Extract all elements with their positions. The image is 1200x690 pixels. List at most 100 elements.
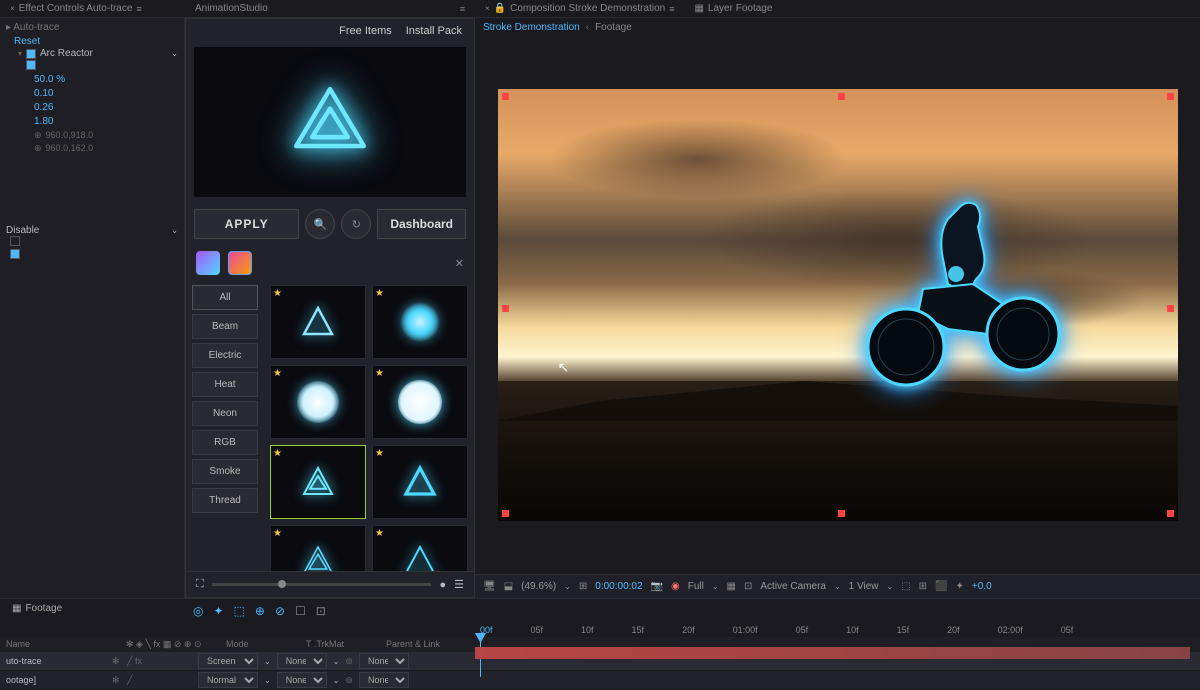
preset-preview	[194, 47, 466, 197]
tl-icon-5[interactable]: ⊘	[275, 604, 285, 618]
timeline-bar[interactable]	[475, 647, 1190, 659]
list-icon[interactable]: ☰	[454, 578, 464, 591]
anchor-2[interactable]: ⊕960.0,162.0	[6, 142, 178, 155]
pack-icon-1[interactable]	[196, 251, 220, 275]
ruler-tick: 05f	[1061, 625, 1074, 635]
apply-button[interactable]: APPLY	[194, 209, 299, 239]
monitor-icon[interactable]: 🖥	[483, 581, 496, 592]
tl-icon-3[interactable]: ⬚	[234, 604, 245, 618]
zoom-slider[interactable]	[212, 583, 432, 586]
view-icon-1[interactable]: ⬚	[901, 581, 910, 592]
handle-bl[interactable]	[502, 510, 509, 517]
view-icon-2[interactable]: ⊞	[919, 581, 927, 592]
reset-link[interactable]: Reset	[14, 36, 40, 47]
dashboard-button[interactable]: Dashboard	[377, 209, 466, 239]
sub-checkbox[interactable]	[26, 60, 36, 70]
category-beam[interactable]: Beam	[192, 314, 258, 339]
preset-8[interactable]: ★	[372, 525, 468, 571]
camera-value[interactable]: Active Camera	[760, 581, 826, 592]
category-rgb[interactable]: RGB	[192, 430, 258, 455]
tl-icon-2[interactable]: ✦	[213, 604, 223, 618]
handle-tl[interactable]	[502, 93, 509, 100]
effect-enable-checkbox[interactable]	[26, 49, 36, 59]
parent-dropdown[interactable]: None	[359, 672, 409, 688]
tab-layer-footage[interactable]: ▦ Layer Footage	[684, 0, 782, 17]
anchor-1[interactable]: ⊕960.0,918.0	[6, 129, 178, 142]
tl-icon-1[interactable]: ◎	[193, 604, 203, 618]
time-ruler[interactable]: 00f 05f 10f 15f 20f 01:00f 05f 10f 15f 2…	[0, 623, 1200, 637]
free-items-link[interactable]: Free Items	[339, 25, 392, 37]
anim-footer: ⛶ ● ☰	[186, 571, 474, 597]
category-thread[interactable]: Thread	[192, 488, 258, 513]
mode-dropdown[interactable]: Screen	[198, 653, 258, 669]
handle-tr[interactable]	[1167, 93, 1174, 100]
zoom-value[interactable]: (49.6%)	[521, 581, 556, 592]
preset-2[interactable]: ★	[372, 285, 468, 359]
settings-icon[interactable]: ✕	[455, 257, 464, 270]
grid-icon[interactable]: ▦	[727, 581, 736, 592]
layer-row-2[interactable]: ootage] ✻ ╱ Normal ⌄ None ⌄ ⊚ None	[0, 671, 1200, 690]
refresh-icon[interactable]: ↻	[341, 209, 371, 239]
resolution-icon[interactable]: ⊞	[579, 581, 587, 592]
install-pack-link[interactable]: Install Pack	[406, 25, 462, 37]
exposure-value[interactable]: +0.0	[972, 581, 992, 592]
preset-3[interactable]: ★	[270, 365, 366, 439]
trkmat-dropdown[interactable]: None	[277, 672, 327, 688]
footage-tab[interactable]: ▦ Footage	[0, 599, 185, 618]
pack-icon-2[interactable]	[228, 251, 252, 275]
preset-4[interactable]: ★	[372, 365, 468, 439]
preset-5-selected[interactable]: ★	[270, 445, 366, 519]
vr-icon[interactable]: ⬓	[504, 581, 513, 592]
timeline-area: ▦ Footage ◎ ✦ ⬚ ⊕ ⊘ ☐ ⊡ 00f 05f 10f 15f …	[0, 598, 1200, 673]
guides-icon[interactable]: ⊡	[744, 581, 752, 592]
category-all[interactable]: All	[192, 285, 258, 310]
preset-1[interactable]: ★	[270, 285, 366, 359]
snapshot-icon[interactable]: 📷	[651, 581, 663, 592]
chevron-down-icon: ▾	[18, 49, 22, 58]
search-icon[interactable]: 🔍	[305, 209, 335, 239]
composition-viewer[interactable]: ↖	[475, 36, 1200, 574]
views-value[interactable]: 1 View	[849, 581, 879, 592]
handle-ml[interactable]	[502, 305, 509, 312]
chevron-icon: ⌄	[171, 49, 178, 58]
category-smoke[interactable]: Smoke	[192, 459, 258, 484]
col-mode: Mode	[226, 639, 286, 650]
category-heat[interactable]: Heat	[192, 372, 258, 397]
trkmat-dropdown[interactable]: None	[277, 653, 327, 669]
effect-value-1[interactable]: 50.0 %	[6, 73, 178, 87]
handle-bm[interactable]	[838, 510, 845, 517]
channel-icon[interactable]: ◉	[671, 581, 680, 592]
tab-effect-controls[interactable]: × Effect Controls Auto-trace ≡	[0, 0, 185, 17]
mode-dropdown[interactable]: Normal	[198, 672, 258, 688]
tl-icon-4[interactable]: ⊕	[255, 604, 265, 618]
quality-value[interactable]: Full	[688, 581, 704, 592]
timecode-value[interactable]: 0:00:00:02	[595, 581, 642, 592]
effect-arc-reactor[interactable]: ▾ Arc Reactor ⌄	[6, 47, 178, 60]
view-icon-3[interactable]: ⬛	[935, 581, 947, 592]
handle-br[interactable]	[1167, 510, 1174, 517]
expand-icon[interactable]: ⛶	[196, 578, 204, 591]
preset-7[interactable]: ★	[270, 525, 366, 571]
parent-dropdown[interactable]: None	[359, 653, 409, 669]
category-neon[interactable]: Neon	[192, 401, 258, 426]
disable-checkbox-2[interactable]	[10, 249, 20, 259]
tl-icon-7[interactable]: ⊡	[316, 604, 326, 618]
breadcrumb-item-2[interactable]: Footage	[595, 22, 632, 33]
tab-animation-studio[interactable]: AnimationStudio ≡	[185, 0, 475, 17]
effect-value-3[interactable]: 0.26	[6, 101, 178, 115]
category-electric[interactable]: Electric	[192, 343, 258, 368]
preset-6[interactable]: ★	[372, 445, 468, 519]
disable-checkbox-1[interactable]	[10, 236, 20, 246]
bullet-icon[interactable]: ●	[439, 579, 446, 591]
effect-value-2[interactable]: 0.10	[6, 87, 178, 101]
layer-name: ootage]	[6, 675, 66, 685]
ruler-tick: 01:00f	[733, 625, 758, 635]
handle-mr[interactable]	[1167, 305, 1174, 312]
ruler-tick: 15f	[897, 625, 910, 635]
adjust-icon[interactable]: ✦	[956, 581, 964, 592]
tl-icon-6[interactable]: ☐	[295, 604, 306, 618]
tab-composition[interactable]: × 🔒 Composition Stroke Demonstration ≡	[475, 0, 684, 17]
handle-tm[interactable]	[838, 93, 845, 100]
breadcrumb-item-1[interactable]: Stroke Demonstration	[483, 22, 580, 33]
effect-value-4[interactable]: 1.80	[6, 115, 178, 129]
